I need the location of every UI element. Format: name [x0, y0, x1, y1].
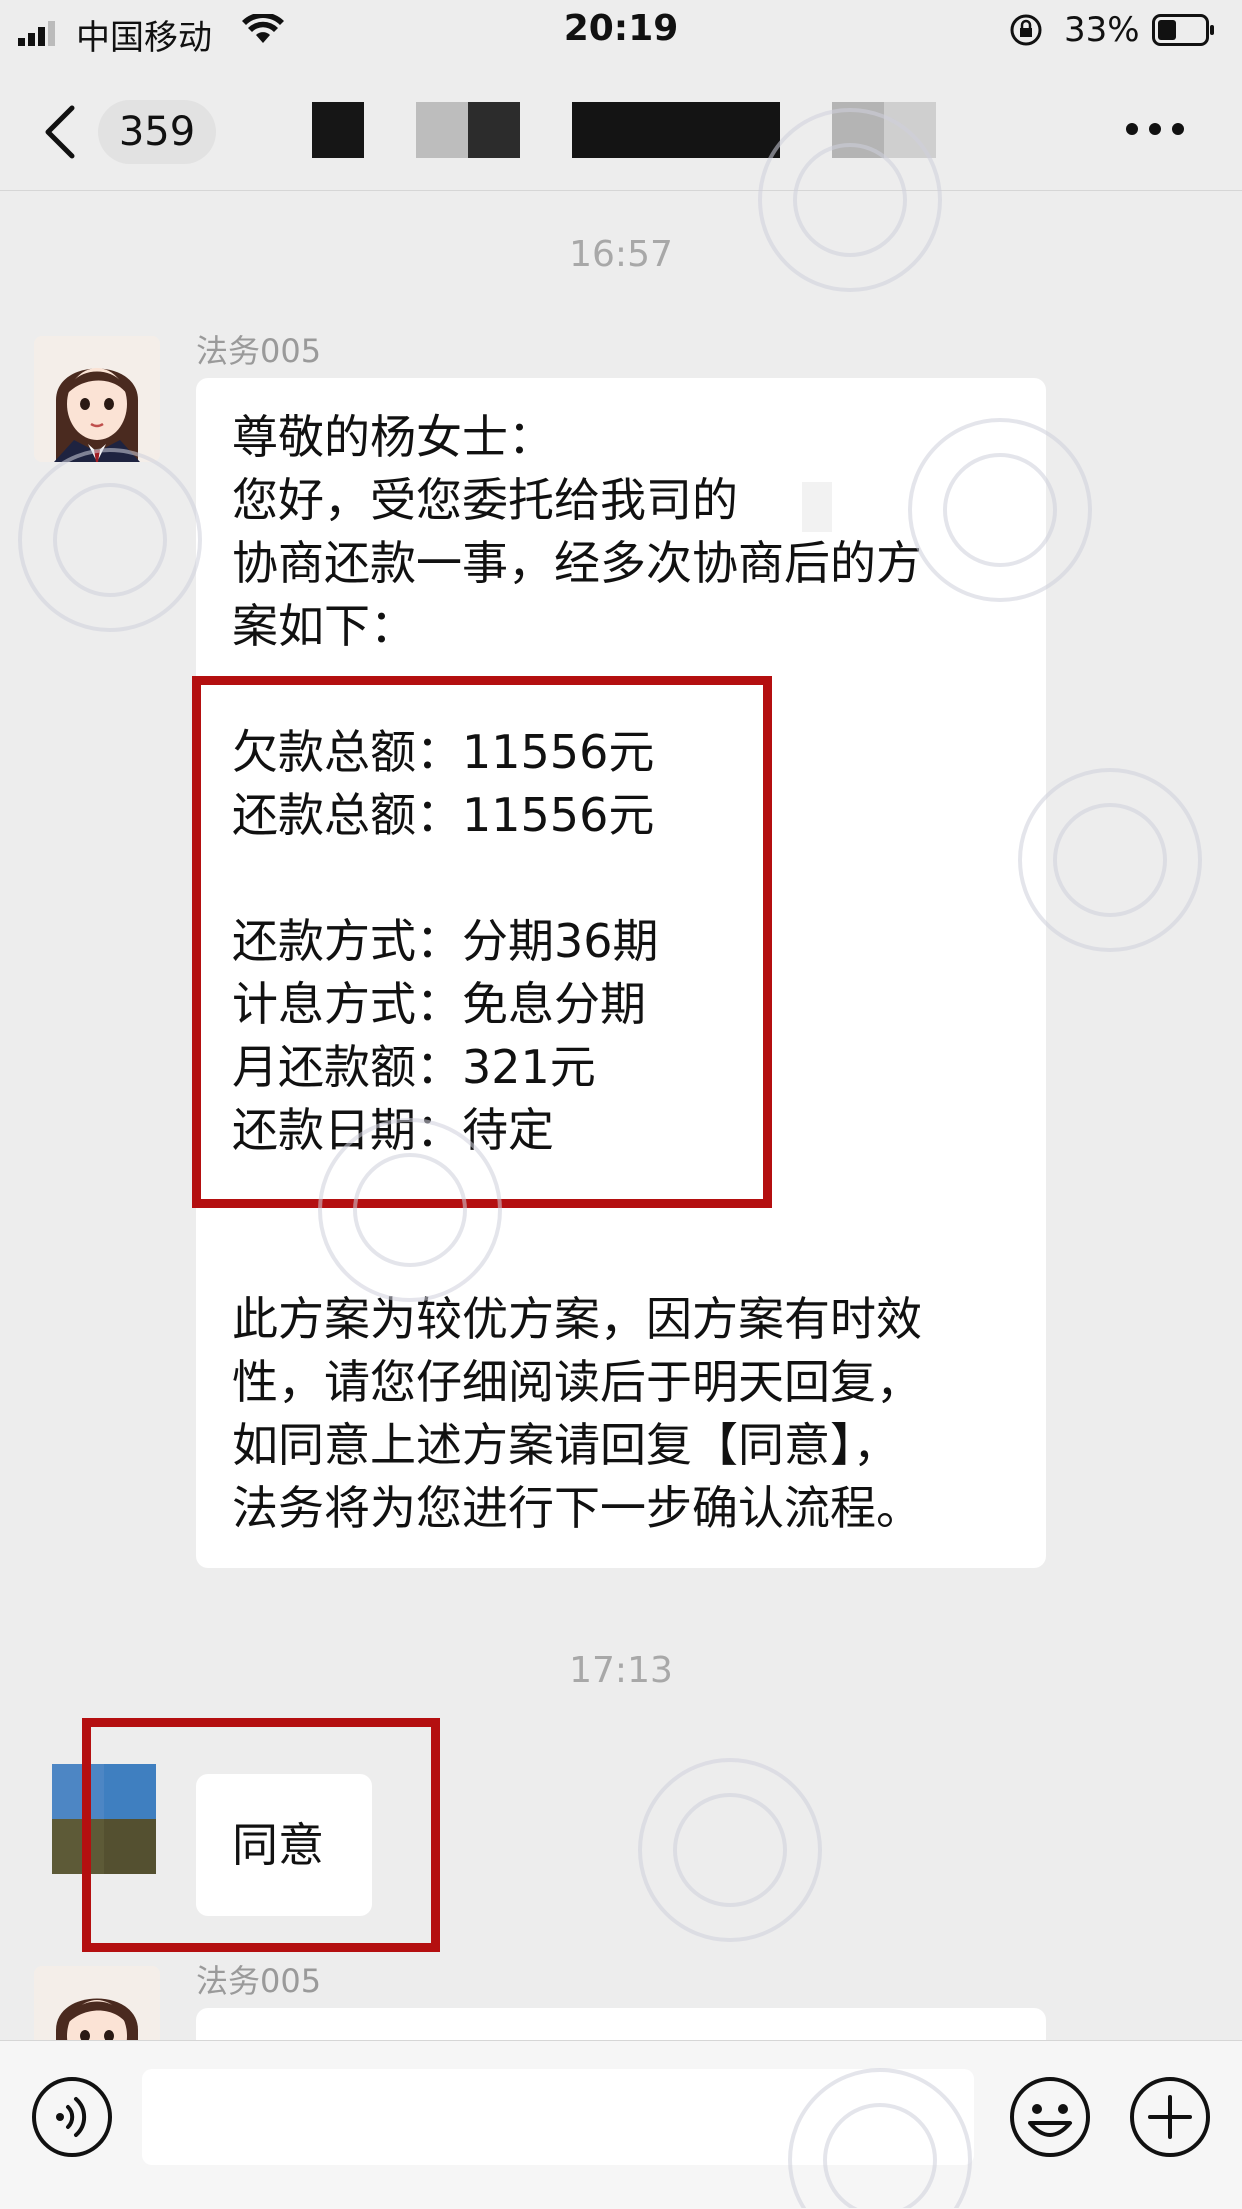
closing-line: 性，请您仔细阅读后于明天回复，: [232, 1355, 922, 1409]
intro-line: 您好，受您委托给我司的: [232, 473, 738, 527]
unread-count-badge[interactable]: 359: [98, 100, 216, 164]
sender-name: 法务005: [196, 332, 322, 370]
plus-icon[interactable]: [1128, 2075, 1212, 2159]
clock: 20:19: [563, 8, 679, 49]
lawyer-avatar-icon: [34, 1966, 160, 2040]
message-input[interactable]: [142, 2069, 974, 2165]
battery-percent: 33%: [1064, 10, 1140, 50]
redaction-mark: [802, 482, 832, 532]
intro-line: 协商还款一事，经多次协商后的方: [232, 536, 922, 590]
rotation-lock-icon: [1010, 14, 1042, 46]
intro-line: 案如下：: [232, 599, 416, 653]
greeting-line: 尊敬的杨女士：: [232, 410, 554, 464]
status-bar: 中国移动 20:19 33%: [0, 0, 1242, 62]
more-dots-icon[interactable]: [1124, 114, 1186, 144]
plan-highlight-box: [192, 676, 772, 1208]
emoji-icon[interactable]: [1008, 2075, 1092, 2159]
voice-icon[interactable]: [30, 2075, 114, 2159]
chat-header: 359: [0, 62, 1242, 191]
reply-highlight-box: [82, 1718, 440, 1952]
input-bar: [0, 2040, 1242, 2209]
chevron-left-icon[interactable]: [42, 104, 76, 160]
message-timestamp: 17:13: [569, 1650, 673, 1691]
closing-line: 如同意上述方案请回复【同意】，: [232, 1418, 899, 1472]
closing-line: 此方案为较优方案，因方案有时效: [232, 1292, 922, 1346]
message-timestamp: 16:57: [569, 234, 673, 275]
avatar[interactable]: [34, 336, 160, 462]
closing-line: 法务将为您进行下一步确认流程。: [232, 1481, 922, 1535]
sender-name: 法务005: [196, 1962, 322, 2000]
avatar[interactable]: [34, 1966, 160, 2040]
battery-icon: [1152, 14, 1214, 46]
lawyer-avatar-icon: [34, 336, 160, 462]
